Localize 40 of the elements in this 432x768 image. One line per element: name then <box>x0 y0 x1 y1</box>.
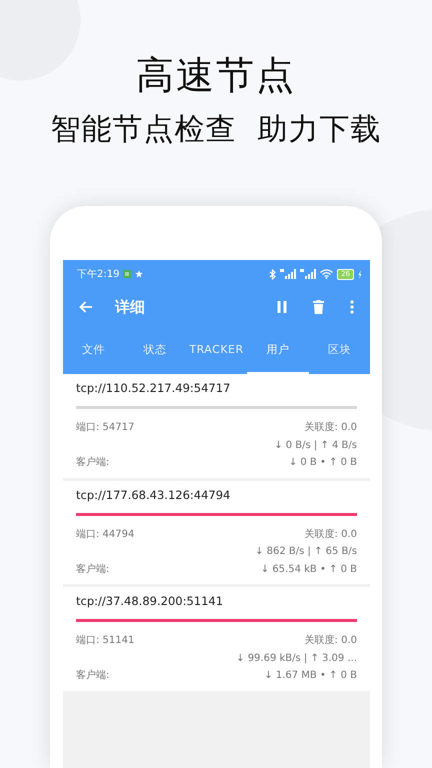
tab[interactable]: TRACKER <box>186 326 248 374</box>
transfer-label: ↓ 65.54 kB • ↑ 0 B <box>260 562 357 576</box>
transfer-label: ↓ 0 B • ↑ 0 B <box>288 456 357 470</box>
tab[interactable]: 区块 <box>308 326 370 374</box>
port-label: 端口: 51141 <box>76 634 134 648</box>
screen-title: 详细 <box>115 298 146 316</box>
relevance-label: 关联度: 0.0 <box>304 634 357 648</box>
star-icon <box>135 270 144 278</box>
charging-icon <box>358 270 362 278</box>
more-icon[interactable] <box>350 300 354 314</box>
peer-card[interactable]: tcp://37.48.89.200:51141 端口: 51141 关联度: 0.0 ↓ 99.69 kB/s | ↑ 3.09 ... 客户端: ↓ 1.67 MB • ↑ 0 B <box>63 587 370 690</box>
port-label: 端口: 44794 <box>76 528 134 542</box>
relevance-label: 关联度: 0.0 <box>304 420 357 435</box>
headline: 高速节点 <box>136 52 296 99</box>
bluetooth-icon <box>269 268 276 280</box>
pause-icon[interactable] <box>277 301 287 313</box>
client-label: 客户端: <box>76 562 110 576</box>
trash-icon[interactable] <box>313 300 324 314</box>
back-arrow-icon[interactable] <box>79 301 93 313</box>
app-notification-icon <box>123 270 132 278</box>
status-time: 下午2:19 <box>77 268 120 281</box>
signal-icon <box>280 269 296 279</box>
signal-icon <box>300 269 316 279</box>
speed-label: ↓ 99.69 kB/s | ↑ 3.09 ... <box>236 652 357 666</box>
client-label: 客户端: <box>76 456 110 470</box>
client-label: 客户端: <box>76 668 110 683</box>
peer-card[interactable]: tcp://177.68.43.126:44794 端口: 44794 关联度: 0.0 ↓ 862 B/s | ↑ 65 B/s 客户端: ↓ 65.54 kB • ↑ 0 B <box>63 480 370 584</box>
peer-address: tcp://177.68.43.126:44794 <box>76 486 232 504</box>
relevance-label: 关联度: 0.0 <box>304 528 357 542</box>
peer-address: tcp://110.52.217.49:54717 <box>76 380 232 397</box>
speed-label: ↓ 862 B/s | ↑ 65 B/s <box>255 545 357 559</box>
tab[interactable]: 状态 <box>124 326 186 374</box>
peer-card[interactable]: tcp://110.52.217.49:54717 端口: 54717 关联度: 0.0 ↓ 0 B/s | ↑ 4 B/s 客户端: ↓ 0 B • ↑ 0 B <box>63 374 370 478</box>
wifi-icon <box>320 269 334 279</box>
subtitle: 智能节点检查 助力下载 <box>50 111 382 149</box>
tab[interactable]: 文件 <box>63 326 124 374</box>
peer-address: tcp://37.48.89.200:51141 <box>76 593 224 610</box>
transfer-label: ↓ 1.67 MB • ↑ 0 B <box>264 669 357 683</box>
speed-label: ↓ 0 B/s | ↑ 4 B/s <box>274 438 357 452</box>
port-label: 端口: 54717 <box>76 420 134 435</box>
